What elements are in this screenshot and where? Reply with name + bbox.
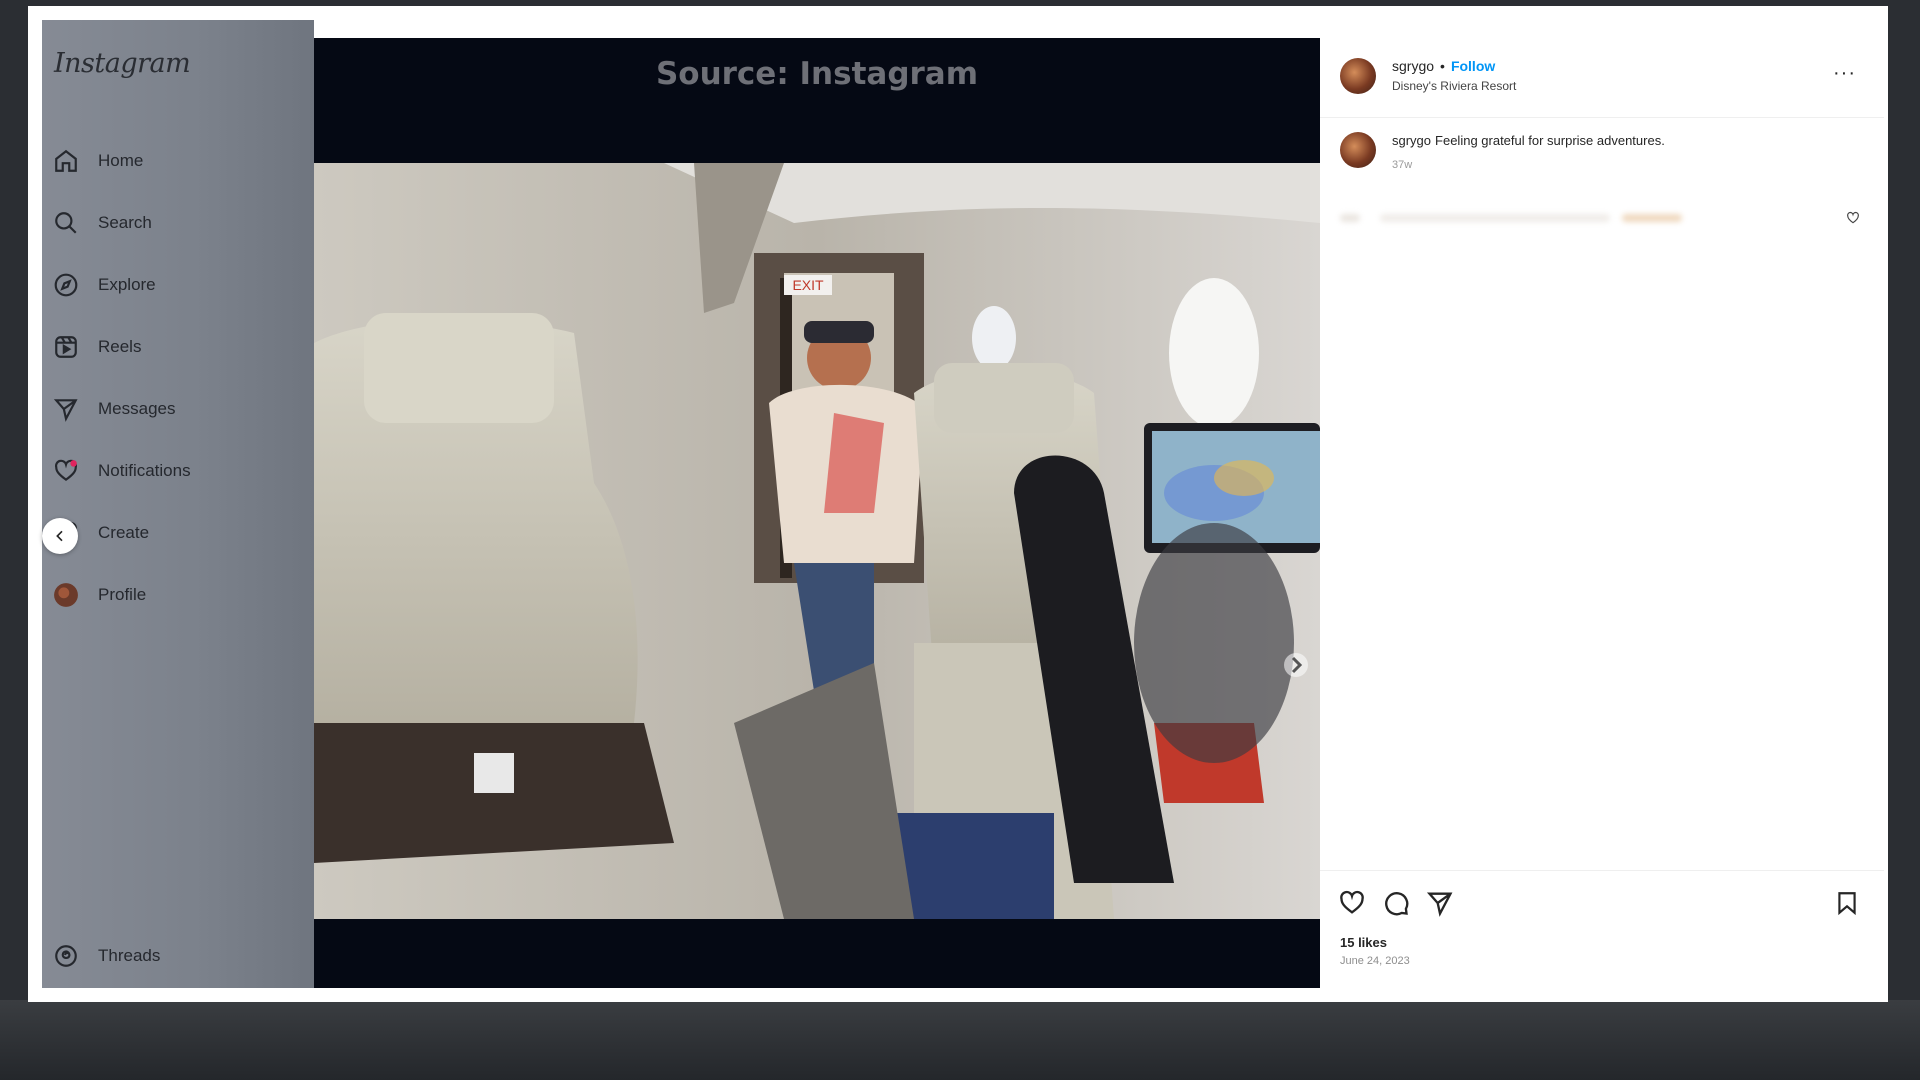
sidebar-item-create[interactable]: Create — [52, 502, 302, 564]
home-icon — [52, 147, 80, 175]
sidebar-item-search[interactable]: Search — [52, 192, 302, 254]
author-username[interactable]: sgrygo — [1392, 58, 1434, 74]
caption-text: Feeling grateful for surprise adventures… — [1435, 133, 1665, 148]
avatar-icon — [52, 581, 80, 609]
comment-like-icon[interactable] — [1846, 211, 1860, 225]
comment-emoji-blur — [1622, 214, 1682, 222]
sidebar-item-label: Search — [98, 213, 152, 232]
caption-avatar[interactable] — [1340, 132, 1376, 168]
sidebar: Instagram Home Search Explore Reels Mess… — [42, 20, 314, 988]
sidebar-item-profile[interactable]: Profile — [52, 564, 302, 626]
more-options-button[interactable]: ··· — [1833, 62, 1856, 85]
bookmark-icon[interactable] — [1834, 889, 1860, 917]
sidebar-item-label: Reels — [98, 337, 142, 356]
sidebar-item-label: Explore — [98, 275, 156, 294]
sidebar-item-label: Profile — [98, 585, 147, 604]
backdrop — [0, 1000, 1920, 1080]
chevron-left-icon — [56, 530, 63, 542]
share-icon[interactable] — [1426, 889, 1454, 917]
sidebar-item-reels[interactable]: Reels — [52, 316, 302, 378]
exit-sign: EXIT — [792, 277, 824, 293]
action-bar — [1338, 889, 1454, 917]
sidebar-item-label: Home — [98, 151, 144, 170]
post-actions-area: 15 likes June 24, 2023 — [1320, 870, 1884, 988]
comment-avatar-blur — [1340, 214, 1360, 222]
threads-icon — [52, 942, 80, 970]
threads-label: Threads — [98, 946, 161, 965]
search-icon — [52, 209, 80, 237]
caption-timestamp: 37w — [1392, 159, 1413, 171]
sidebar-item-notifications[interactable]: Notifications — [52, 440, 302, 502]
instagram-logo[interactable]: Instagram — [54, 48, 191, 79]
sidebar-item-label: Create — [98, 523, 150, 542]
sidebar-item-label: Notifications — [98, 461, 191, 480]
compass-icon — [52, 271, 80, 299]
private-jet-cabin-image: EXIT — [314, 163, 1320, 919]
sidebar-nav: Home Search Explore Reels Messages Notif… — [52, 130, 302, 626]
post-date: June 24, 2023 — [1340, 955, 1410, 967]
sidebar-item-threads[interactable]: Threads — [52, 942, 160, 970]
post-details-panel: sgrygo • Follow Disney's Riviera Resort ··… — [1320, 38, 1884, 988]
comment-icon[interactable] — [1382, 889, 1410, 917]
post-header: sgrygo • Follow Disney's Riviera Resort ··… — [1320, 38, 1884, 118]
caption-username[interactable]: sgrygo — [1392, 133, 1431, 148]
author-avatar[interactable] — [1340, 58, 1376, 94]
caption-body: sgrygo Feeling grateful for surprise adve… — [1392, 132, 1665, 174]
follow-button[interactable]: Follow — [1451, 58, 1495, 74]
chevron-right-icon — [1291, 656, 1303, 674]
comment-text-blur — [1380, 214, 1610, 222]
separator-dot: • — [1440, 58, 1445, 74]
source-caption: Source: Instagram — [655, 56, 979, 92]
next-slide-button[interactable] — [1284, 653, 1308, 677]
post-media: Source: Instagram EXIT — [314, 38, 1320, 988]
sidebar-item-label: Messages — [98, 399, 176, 418]
like-count[interactable]: 15 likes — [1340, 935, 1387, 950]
sidebar-item-explore[interactable]: Explore — [52, 254, 302, 316]
post-photo[interactable]: EXIT — [314, 163, 1320, 919]
blurred-comment — [1340, 204, 1864, 232]
post-location[interactable]: Disney's Riviera Resort — [1392, 79, 1516, 93]
sidebar-item-messages[interactable]: Messages — [52, 378, 302, 440]
previous-post-button[interactable] — [42, 518, 78, 554]
send-icon — [52, 395, 80, 423]
author-line: sgrygo • Follow — [1392, 58, 1495, 74]
heart-icon — [52, 457, 80, 485]
sidebar-item-home[interactable]: Home — [52, 130, 302, 192]
reels-icon — [52, 333, 80, 361]
caption: sgrygo Feeling grateful for surprise adve… — [1340, 132, 1860, 174]
like-icon[interactable] — [1338, 889, 1366, 917]
